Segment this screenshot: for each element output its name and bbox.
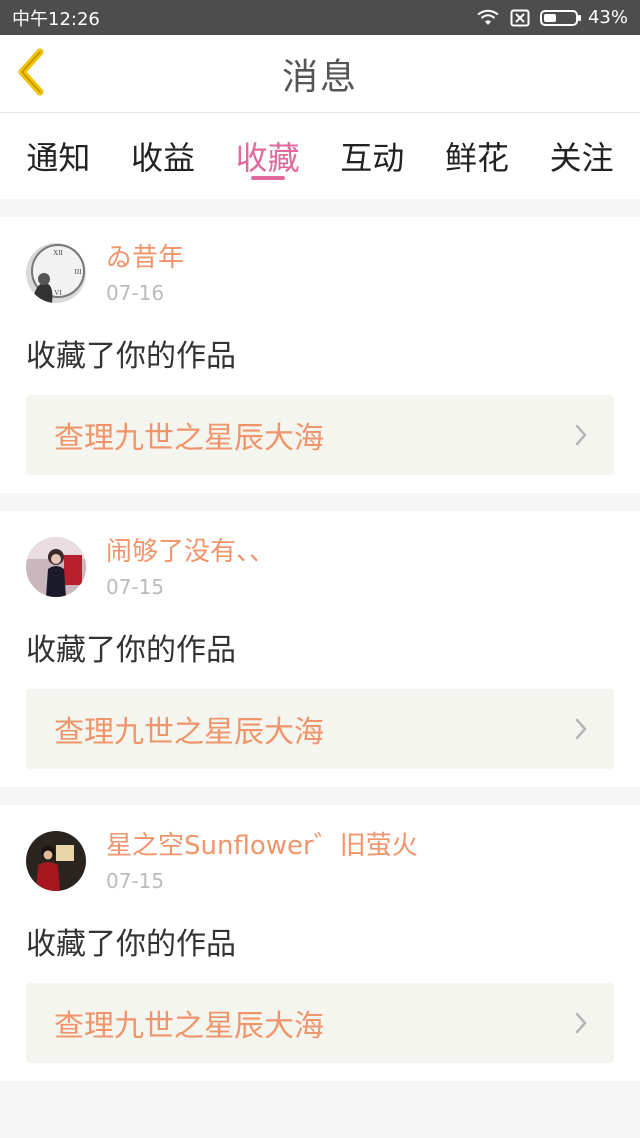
- message-card: 闹够了没有、、 07-15 收藏了你的作品 查理九世之星辰大海: [0, 511, 640, 787]
- back-button[interactable]: [14, 48, 54, 100]
- status-bar: 中午12:26 43%: [0, 0, 640, 35]
- sim-icon: [510, 9, 530, 27]
- active-tab-indicator: [250, 176, 285, 180]
- tab-earnings[interactable]: 收益: [127, 113, 199, 199]
- message-card: XII III VI ゐ昔年 07-16 收藏了你的作品 查理九世之星辰大海: [0, 217, 640, 493]
- work-link[interactable]: 查理九世之星辰大海: [26, 983, 614, 1063]
- message-date: 07-15: [106, 869, 165, 893]
- tab-label: 收藏: [235, 139, 300, 177]
- username[interactable]: ゐ昔年: [106, 241, 426, 275]
- status-time: 中午12:26: [12, 8, 100, 30]
- page-title: 消息: [281, 56, 358, 98]
- status-icons: 43%: [476, 7, 628, 28]
- tab-label: 互动: [340, 139, 405, 177]
- tab-label: 鲜花: [444, 139, 509, 177]
- tab-flowers[interactable]: 鲜花: [441, 113, 513, 199]
- tab-favorites[interactable]: 收藏: [232, 113, 304, 199]
- chevron-right-icon: [574, 423, 588, 447]
- chevron-right-icon: [574, 717, 588, 741]
- message-date: 07-15: [106, 575, 165, 599]
- work-title: 查理九世之星辰大海: [54, 1009, 324, 1044]
- svg-text:VI: VI: [54, 289, 62, 297]
- battery-icon: [539, 9, 581, 26]
- username[interactable]: 星之空Sunflower゛旧萤火: [106, 829, 426, 863]
- work-title: 查理九世之星辰大海: [54, 715, 324, 750]
- avatar[interactable]: XII III VI: [26, 243, 86, 303]
- svg-text:III: III: [75, 268, 83, 276]
- divider: [0, 199, 640, 217]
- action-text: 收藏了你的作品: [26, 633, 236, 668]
- avatar[interactable]: [26, 537, 86, 597]
- avatar[interactable]: [26, 831, 86, 891]
- chevron-right-icon: [574, 1011, 588, 1035]
- work-link[interactable]: 查理九世之星辰大海: [26, 395, 614, 475]
- message-card: 星之空Sunflower゛旧萤火 07-15 收藏了你的作品 查理九世之星辰大海: [0, 805, 640, 1081]
- message-date: 07-16: [106, 281, 165, 305]
- tab-notifications[interactable]: 通知: [22, 113, 94, 199]
- action-text: 收藏了你的作品: [26, 927, 236, 962]
- header: 消息: [0, 35, 640, 113]
- work-title: 查理九世之星辰大海: [54, 421, 324, 456]
- username[interactable]: 闹够了没有、、: [106, 535, 426, 569]
- tab-label: 通知: [26, 139, 91, 177]
- action-text: 收藏了你的作品: [26, 339, 236, 374]
- divider: [0, 1081, 640, 1099]
- svg-text:XII: XII: [53, 249, 63, 257]
- work-link[interactable]: 查理九世之星辰大海: [26, 689, 614, 769]
- divider: [0, 787, 640, 805]
- tab-label: 关注: [549, 139, 614, 177]
- battery-percent: 43%: [587, 7, 628, 28]
- tab-label: 收益: [130, 139, 195, 177]
- tab-follows[interactable]: 关注: [546, 113, 618, 199]
- tab-interactions[interactable]: 互动: [336, 113, 408, 199]
- tab-bar: 通知 收益 收藏 互动 鲜花 关注: [0, 113, 640, 199]
- wifi-icon: [476, 9, 500, 27]
- divider: [0, 493, 640, 511]
- chevron-left-icon: [14, 48, 46, 100]
